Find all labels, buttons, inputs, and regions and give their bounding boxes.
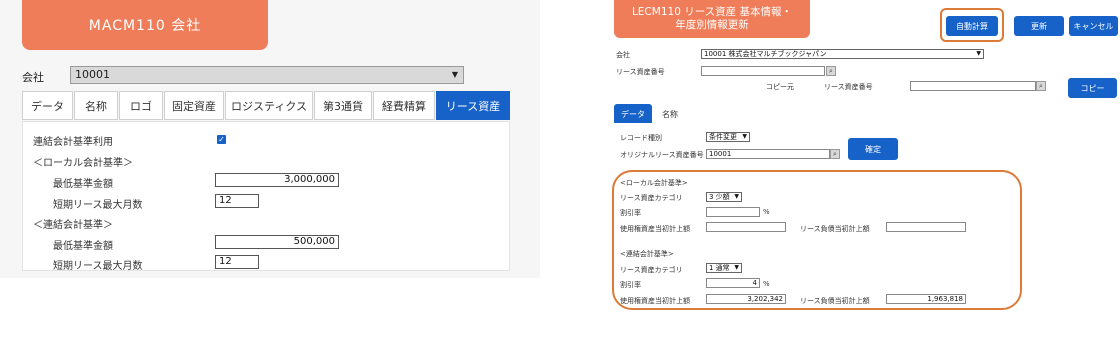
left-company-value: 10001: [75, 68, 110, 81]
record-type-label: レコード種別: [620, 134, 662, 142]
consol-min-amount-input[interactable]: 500,000: [215, 235, 339, 249]
copy-asset-no-input[interactable]: [910, 81, 1036, 91]
tab-fixed-assets[interactable]: 固定資産: [164, 91, 224, 120]
check-icon: ✓: [218, 135, 225, 144]
orig-asset-search-icon[interactable]: ⌕: [830, 149, 840, 159]
copy-asset-no-label: リース資産番号: [824, 83, 873, 91]
local-short-term-input[interactable]: 12: [215, 194, 259, 208]
local-short-term-label: 短期リース最大月数: [53, 200, 143, 211]
copy-from-label: コピー元: [766, 83, 794, 91]
right-title-line2: 年度別情報更新: [675, 19, 749, 31]
tab-name[interactable]: 名称: [654, 104, 686, 124]
tab-data[interactable]: データ: [614, 104, 652, 124]
chevron-down-icon: ▼: [451, 70, 458, 79]
left-page-title: MACM110 会社: [22, 0, 268, 50]
tab-expense[interactable]: 経費精算: [373, 91, 435, 120]
orig-asset-input[interactable]: 10001: [706, 149, 830, 159]
orig-asset-label: オリジナルリース資産番号: [620, 151, 704, 159]
left-company-select[interactable]: 10001 ▼: [70, 66, 464, 84]
confirm-button[interactable]: 確定: [848, 138, 898, 160]
right-company-value: 10001 株式会社マルチブックジャパン: [704, 50, 827, 58]
consol-standard-header: ＜連結会計基準＞: [33, 220, 113, 231]
right-company-label: 会社: [616, 51, 630, 59]
cancel-button[interactable]: キャンセル: [1069, 16, 1118, 36]
asset-no-input[interactable]: [701, 66, 825, 76]
tab-third-currency[interactable]: 第3通貨: [314, 91, 372, 120]
right-company-select[interactable]: 10001 株式会社マルチブックジャパン ▼: [701, 49, 984, 59]
left-company-label: 会社: [22, 71, 44, 84]
consolidated-use-checkbox[interactable]: ✓: [217, 135, 226, 144]
right-title-line1: LECM110 リース資産 基本情報・: [631, 6, 793, 18]
consolidated-use-label: 連結会計基準利用: [33, 137, 113, 148]
update-button[interactable]: 更新: [1014, 16, 1064, 36]
tab-logistics[interactable]: ロジスティクス: [225, 91, 313, 120]
tab-lease-assets[interactable]: リース資産: [436, 91, 510, 120]
chevron-down-icon: ▼: [976, 50, 981, 57]
asset-no-search-icon[interactable]: ⌕: [826, 66, 836, 76]
tab-data[interactable]: データ: [22, 91, 73, 120]
auto-calc-highlight: [940, 8, 1004, 42]
local-min-amount-input[interactable]: 3,000,000: [215, 173, 339, 187]
record-type-select[interactable]: 条件変更 ▼: [706, 132, 750, 142]
local-standard-header: ＜ローカル会計基準＞: [33, 158, 133, 169]
copy-button[interactable]: コピー: [1068, 78, 1117, 98]
asset-no-label: リース資産番号: [616, 68, 665, 76]
copy-asset-no-search-icon[interactable]: ⌕: [1036, 81, 1046, 91]
chevron-down-icon: ▼: [742, 133, 747, 140]
consol-short-term-label: 短期リース最大月数: [53, 261, 143, 272]
left-screen: MACM110 会社 会社 10001 ▼ データ 名称 ロゴ 固定資産 ロジス…: [0, 0, 540, 278]
left-tab-bar: データ 名称 ロゴ 固定資産 ロジスティクス 第3通貨 経費精算 リース資産: [22, 91, 510, 121]
left-tab-content: 連結会計基準利用 ✓ ＜ローカル会計基準＞ 最低基準金額 3,000,000 短…: [22, 121, 510, 272]
consol-short-term-input[interactable]: 12: [215, 255, 259, 269]
right-page-title: LECM110 リース資産 基本情報・ 年度別情報更新: [614, 0, 810, 38]
tab-logo[interactable]: ロゴ: [119, 91, 163, 120]
tab-name[interactable]: 名称: [74, 91, 118, 120]
record-type-value: 条件変更: [709, 133, 737, 141]
local-min-amount-label: 最低基準金額: [53, 179, 113, 190]
consol-min-amount-label: 最低基準金額: [53, 241, 113, 252]
accounting-standards-highlight: [612, 170, 1022, 310]
